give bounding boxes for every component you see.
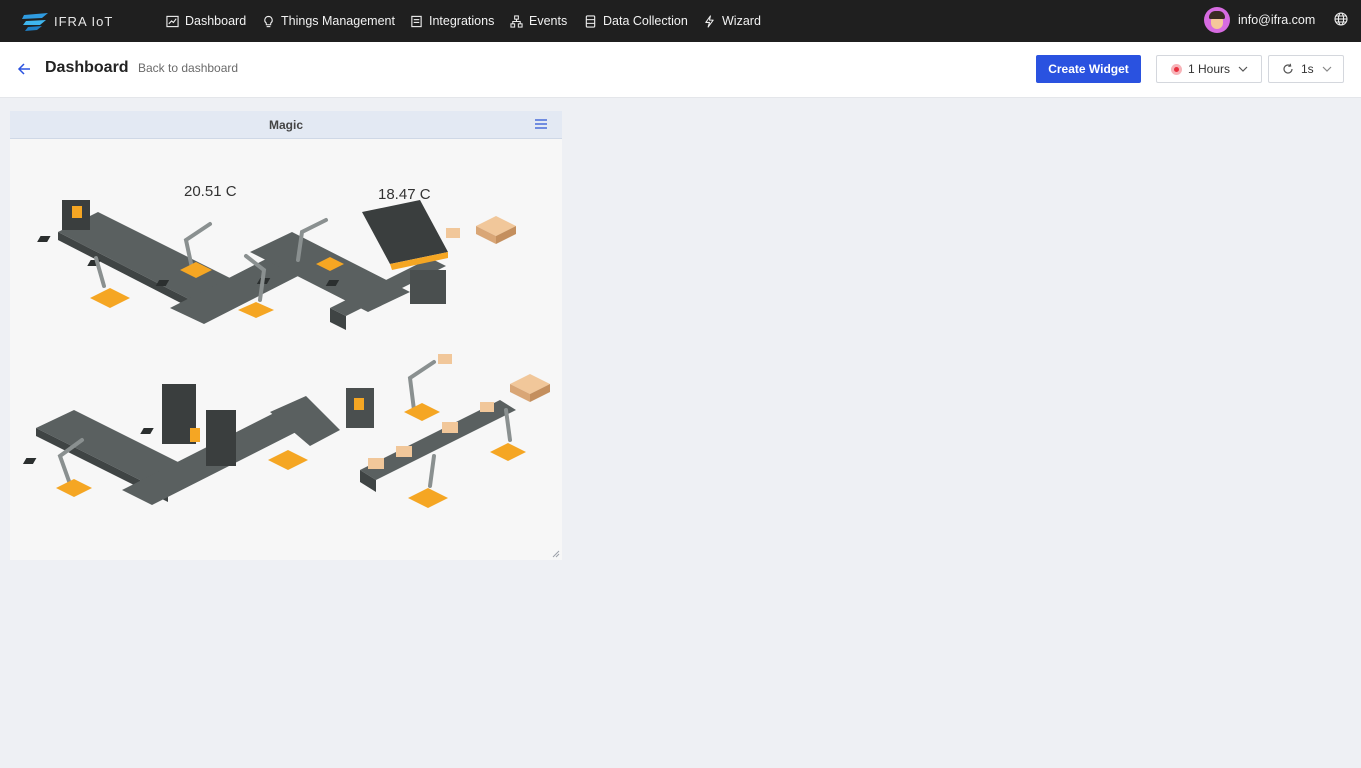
nav-events-label: Events	[529, 14, 568, 28]
bolt-icon	[705, 14, 714, 28]
back-to-dashboard-link[interactable]: Back to dashboard	[138, 61, 238, 75]
back-arrow-icon[interactable]	[16, 61, 32, 77]
bulb-icon	[264, 15, 273, 27]
chevron-down-icon	[1238, 66, 1248, 72]
nav-integrations[interactable]: Integrations	[410, 10, 494, 32]
nav-data-collection-label: Data Collection	[603, 14, 688, 28]
user-email: info@ifra.com	[1238, 13, 1316, 27]
temperature-sensor-2: 18.47 C	[378, 186, 431, 203]
top-navbar: IFRA IoT Dashboard Things Management Int…	[0, 0, 1361, 42]
brand-name: IFRA IoT	[54, 13, 114, 29]
resize-handle-icon[interactable]	[552, 550, 560, 558]
user-menu[interactable]: info@ifra.com	[1204, 6, 1315, 34]
page-title: Dashboard	[45, 59, 129, 76]
nav-dashboard[interactable]: Dashboard	[166, 10, 246, 32]
logo-icon	[22, 13, 48, 31]
dashboard-header: Dashboard Back to dashboard Create Widge…	[0, 42, 1361, 98]
integration-icon	[411, 15, 422, 27]
nav-integrations-label: Integrations	[429, 14, 495, 28]
avatar-icon	[1204, 7, 1230, 33]
time-range-value: 1 Hours	[1188, 62, 1231, 76]
menu-icon[interactable]	[534, 117, 548, 131]
globe-icon[interactable]	[1334, 12, 1348, 26]
lower-conveyor-line	[22, 354, 550, 508]
temperature-sensor-1: 20.51 C	[184, 183, 237, 200]
brand-logo[interactable]: IFRA IoT	[20, 9, 113, 33]
magic-widget: Magic 20.51 C 18.47 C	[10, 111, 562, 560]
refresh-interval-value: 1s	[1301, 62, 1314, 76]
refresh-interval-select[interactable]: 1s	[1268, 55, 1344, 83]
database-icon	[585, 14, 596, 28]
chevron-down-icon	[1322, 66, 1332, 72]
widget-title: Magic	[268, 118, 303, 132]
live-dot-icon	[1171, 63, 1182, 75]
create-widget-button[interactable]: Create Widget	[1036, 55, 1141, 83]
nav-things-label: Things Management	[281, 14, 395, 28]
upper-conveyor-line	[37, 200, 516, 330]
sitemap-icon	[510, 14, 523, 28]
chart-icon	[166, 15, 179, 27]
nav-dashboard-label: Dashboard	[185, 14, 247, 28]
nav-things-management[interactable]: Things Management	[262, 10, 395, 32]
nav-wizard[interactable]: Wizard	[703, 10, 761, 32]
nav-wizard-label: Wizard	[722, 14, 761, 28]
widget-header[interactable]: Magic	[10, 111, 562, 139]
nav-data-collection[interactable]: Data Collection	[584, 10, 688, 32]
factory-illustration	[22, 200, 550, 508]
nav-events[interactable]: Events	[510, 10, 567, 32]
time-range-select[interactable]: 1 Hours	[1156, 55, 1262, 83]
refresh-icon	[1283, 63, 1293, 74]
